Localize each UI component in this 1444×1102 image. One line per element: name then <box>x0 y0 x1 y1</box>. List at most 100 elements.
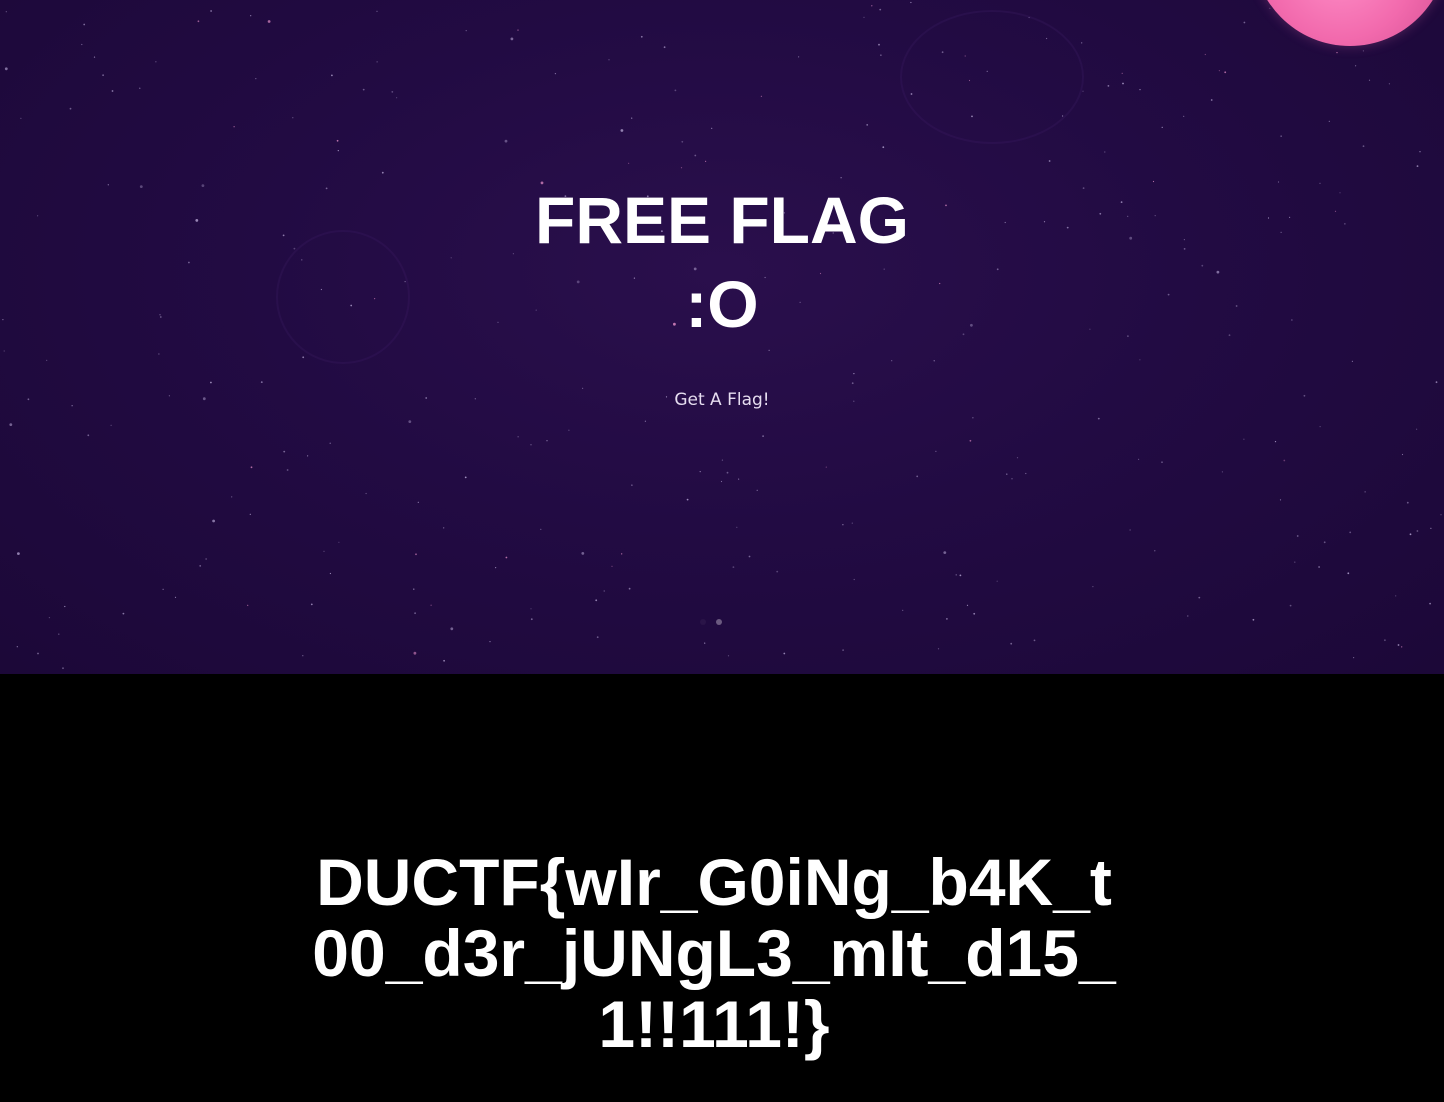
flag-section: DUCTF{wIr_G0iNg_b4K_t00_d3r_jUNgL3_mIt_d… <box>0 674 1444 1102</box>
slider-dot-1[interactable] <box>700 619 706 625</box>
star-dot <box>517 29 519 31</box>
star-dot <box>495 567 497 569</box>
star-dot <box>937 648 940 650</box>
star-dot <box>871 5 873 7</box>
star-dot <box>1139 359 1141 361</box>
star-dot <box>966 604 969 606</box>
star-dot <box>307 455 309 457</box>
star-dot <box>1401 646 1403 648</box>
star-dot <box>199 565 202 567</box>
star-dot <box>1353 657 1355 659</box>
star-dot <box>568 429 570 431</box>
star-dot <box>46 359 48 361</box>
get-flag-link[interactable]: Get A Flag! <box>674 390 769 410</box>
star-dot <box>955 574 957 576</box>
hero-section: FREE FLAG :O Get A Flag! <box>0 0 1444 674</box>
star-dot <box>210 10 213 12</box>
star-dot <box>530 608 532 610</box>
star-dot <box>233 126 235 128</box>
star-dot <box>611 565 613 567</box>
star-dot <box>443 659 445 662</box>
star-dot <box>1016 457 1019 459</box>
slider-dot-2[interactable] <box>716 619 722 625</box>
star-dot <box>596 636 599 639</box>
star-dot <box>1435 381 1438 384</box>
star-dot <box>1129 529 1131 531</box>
star-dot <box>916 475 919 478</box>
star-dot <box>631 484 633 486</box>
star-dot <box>9 423 13 426</box>
star-dot <box>1429 602 1431 605</box>
star-dot <box>260 381 263 383</box>
star-dot <box>1033 639 1036 642</box>
star-dot <box>1347 572 1350 575</box>
star-dot <box>249 513 251 515</box>
star-dot <box>329 572 331 575</box>
star-dot <box>1252 618 1255 621</box>
star-dot <box>1269 7 1271 9</box>
star-dot <box>842 649 844 651</box>
star-dot <box>1368 79 1371 81</box>
star-dot <box>880 54 882 56</box>
star-dot <box>540 528 542 531</box>
star-dot <box>69 107 72 110</box>
star-dot <box>699 471 701 473</box>
star-dot <box>1280 135 1282 137</box>
cta-container: Get A Flag! <box>0 390 1444 410</box>
star-dot <box>1416 165 1419 168</box>
star-dot <box>1243 438 1245 440</box>
star-dot <box>376 61 378 63</box>
star-dot <box>48 617 51 619</box>
star-dot <box>1224 71 1227 74</box>
star-dot <box>1416 530 1419 532</box>
star-dot <box>783 652 786 655</box>
star-dot <box>174 596 177 599</box>
star-dot <box>825 466 827 468</box>
star-dot <box>760 95 763 97</box>
star-dot <box>851 522 853 524</box>
star-dot <box>943 551 947 554</box>
star-dot <box>762 435 764 437</box>
star-dot <box>1440 514 1442 516</box>
star-dot <box>1243 21 1246 24</box>
star-dot <box>628 162 630 164</box>
star-dot <box>1416 428 1418 430</box>
star-dot <box>337 150 339 152</box>
star-dot <box>408 420 412 423</box>
star-dot <box>973 612 976 615</box>
star-dot <box>310 603 313 606</box>
star-dot <box>1187 615 1189 617</box>
star-dot <box>415 553 417 556</box>
star-dot <box>1221 471 1223 473</box>
star-dot <box>58 633 60 635</box>
star-dot <box>1430 527 1432 529</box>
star-dot <box>37 652 39 655</box>
star-dot <box>381 171 384 174</box>
star-dot <box>1082 90 1084 92</box>
slider-pagination <box>700 619 722 625</box>
star-dot <box>663 46 666 49</box>
star-dot <box>443 527 445 529</box>
star-dot <box>902 609 904 612</box>
star-dot <box>155 61 157 63</box>
star-dot <box>1107 85 1110 87</box>
star-dot <box>267 20 271 23</box>
star-dot <box>302 655 304 657</box>
page-title: FREE FLAG :O <box>0 178 1444 346</box>
star-dot <box>1319 426 1321 428</box>
star-dot <box>430 604 432 606</box>
star-dot <box>139 87 141 89</box>
star-dot <box>748 555 751 558</box>
star-dot <box>853 578 855 581</box>
star-dot <box>250 15 252 17</box>
star-dot <box>331 74 333 77</box>
star-dot <box>891 360 893 362</box>
star-dot <box>705 160 707 162</box>
star-dot <box>721 459 724 461</box>
star-dot <box>620 129 624 132</box>
star-dot <box>1328 120 1330 122</box>
star-dot <box>644 420 647 422</box>
star-dot <box>365 492 367 495</box>
star-dot <box>450 627 454 631</box>
star-dot <box>1161 126 1163 128</box>
